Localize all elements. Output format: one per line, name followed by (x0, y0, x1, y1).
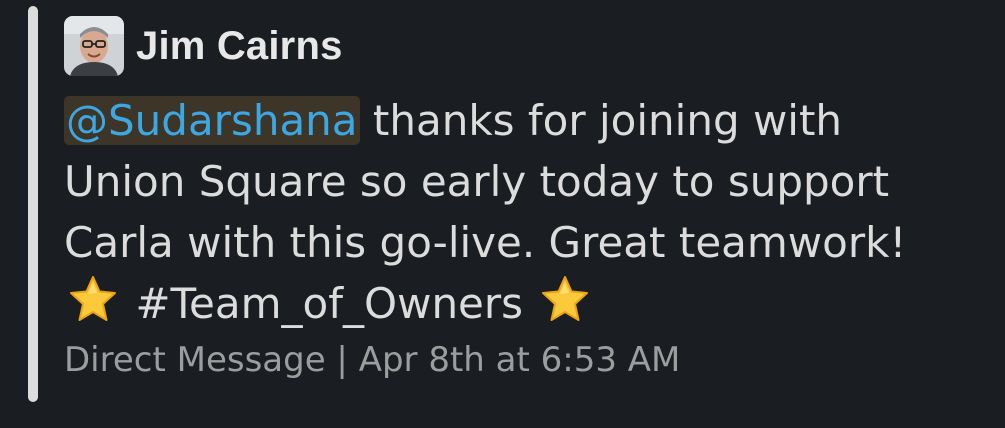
quote-bar (28, 6, 38, 402)
hashtag: #Team_of_Owners (122, 279, 537, 328)
timestamp[interactable]: Apr 8th at 6:53 AM (359, 340, 681, 380)
avatar-image (64, 16, 124, 76)
author-name[interactable]: Jim Cairns (136, 24, 343, 69)
message-meta: Direct Message | Apr 8th at 6:53 AM (64, 340, 984, 380)
star-emoji-icon (542, 276, 589, 321)
avatar[interactable] (64, 16, 124, 76)
meta-separator: | (325, 340, 359, 380)
channel-label[interactable]: Direct Message (64, 340, 326, 380)
message-window: Jim Cairns @Sudarshana thanks for joinin… (0, 0, 1005, 428)
message-header: Jim Cairns (64, 16, 984, 76)
message-card: Jim Cairns @Sudarshana thanks for joinin… (64, 16, 984, 380)
message-body: @Sudarshana thanks for joining with Unio… (64, 90, 964, 334)
star-emoji-icon (70, 276, 116, 321)
user-mention[interactable]: @Sudarshana (64, 96, 360, 145)
